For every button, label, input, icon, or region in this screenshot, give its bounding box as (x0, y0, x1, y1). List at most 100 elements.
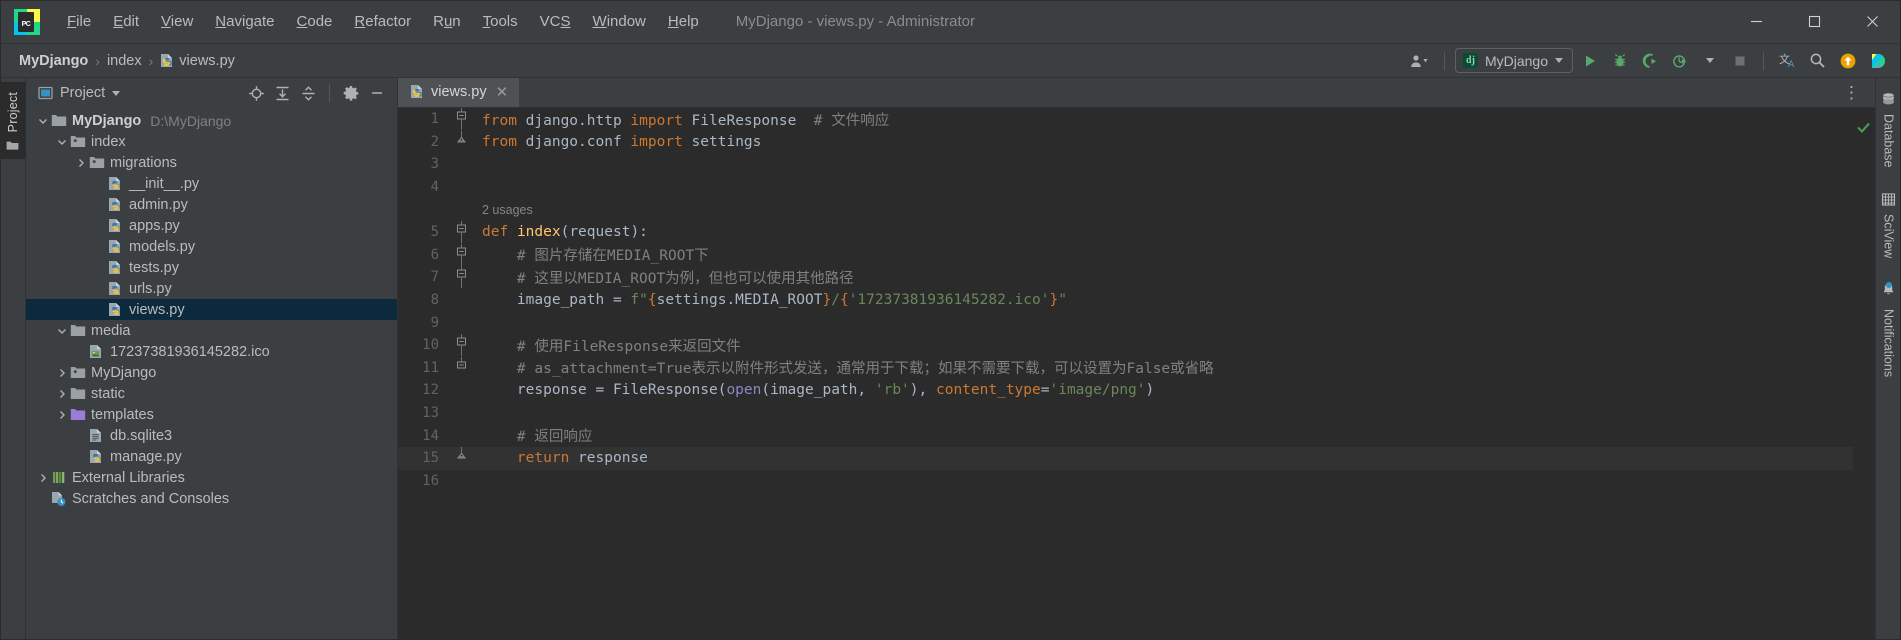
search-everywhere-button[interactable] (1804, 48, 1831, 74)
code-lines[interactable]: 1 from django.http import FileResponse # … (398, 108, 1853, 640)
tree-twist-toggle[interactable] (55, 136, 69, 148)
code-fold-toggle[interactable] (450, 447, 472, 469)
rail-tab-database[interactable]: Database (1876, 84, 1901, 182)
select-opened-file-button[interactable] (244, 81, 268, 105)
tree-item-init-py[interactable]: __init__.py (26, 173, 397, 194)
minimize-button[interactable] (1727, 0, 1785, 44)
maximize-button[interactable] (1785, 0, 1843, 44)
breadcrumb-item-project[interactable]: MyDjango (14, 51, 93, 71)
tree-item-label: tests.py (129, 259, 179, 276)
menu-item-help[interactable]: Help (657, 9, 710, 34)
close-button[interactable] (1843, 0, 1901, 44)
code-line[interactable]: 8 image_path = f"{settings.MEDIA_ROOT}/{… (398, 289, 1853, 312)
tree-item-mydjango[interactable]: MyDjango (26, 362, 397, 383)
tree-item-migrations[interactable]: migrations (26, 152, 397, 173)
code-line[interactable]: 14 # 返回响应 (398, 424, 1853, 447)
run-configuration-selector[interactable]: dj MyDjango (1454, 48, 1573, 73)
panel-settings-button[interactable] (339, 81, 363, 105)
code-fold-toggle[interactable] (450, 334, 472, 357)
breadcrumb-item-views-py[interactable]: views.py (155, 51, 240, 71)
more-options-icon[interactable]: ⋮ (1837, 83, 1867, 103)
code-line[interactable]: 7 # 这里以MEDIA_ROOT为例，但也可以使用其他路径 (398, 266, 1853, 289)
chevron-down-icon[interactable] (112, 90, 121, 96)
tree-twist-toggle[interactable] (55, 325, 69, 337)
tree-item-external-libraries[interactable]: External Libraries (26, 467, 397, 488)
debug-button[interactable] (1606, 48, 1633, 74)
expand-all-icon (276, 86, 288, 100)
inspection-sidebar[interactable] (1853, 108, 1875, 640)
menu-item-code[interactable]: Code (286, 9, 344, 34)
menu-item-tools[interactable]: Tools (472, 9, 529, 34)
expand-all-button[interactable] (270, 81, 294, 105)
profile-button[interactable] (1666, 48, 1693, 74)
tree-twist-toggle[interactable] (36, 115, 50, 127)
code-fold-toggle[interactable] (450, 266, 472, 289)
code-editor[interactable]: 1 from django.http import FileResponse # … (398, 108, 1875, 640)
tree-twist-toggle[interactable] (74, 157, 88, 169)
code-fold-toggle[interactable] (450, 243, 472, 266)
tree-item-17237381936145282-ico[interactable]: 17237381936145282.ico (26, 341, 397, 362)
inlay-hint-usages[interactable]: 2 usages (398, 198, 1853, 221)
code-line[interactable]: 5 def index(request): (398, 221, 1853, 244)
close-icon[interactable]: ✕ (494, 83, 511, 101)
account-button[interactable] (1407, 48, 1434, 74)
menu-item-vcs[interactable]: VCS (529, 9, 582, 34)
collapse-all-button[interactable] (296, 81, 320, 105)
tree-item-admin-py[interactable]: admin.py (26, 194, 397, 215)
ide-feature-button[interactable] (1864, 48, 1891, 74)
run-button[interactable] (1576, 48, 1603, 74)
profile-dropdown-button[interactable] (1696, 48, 1723, 74)
code-fold-toggle[interactable] (450, 130, 472, 153)
tree-item-apps-py[interactable]: apps.py (26, 215, 397, 236)
menu-item-edit[interactable]: Edit (102, 9, 150, 34)
editor-tab-views-py[interactable]: views.py ✕ (398, 78, 520, 107)
code-fold-toggle[interactable] (450, 108, 472, 131)
tree-item-urls-py[interactable]: urls.py (26, 278, 397, 299)
tree-twist-toggle[interactable] (36, 472, 50, 484)
code-line[interactable]: 9 (398, 311, 1853, 334)
code-line[interactable]: 10 # 使用FileResponse来返回文件 (398, 334, 1853, 357)
tree-item-static[interactable]: static (26, 383, 397, 404)
stop-button[interactable] (1726, 48, 1753, 74)
tree-item-db-sqlite3[interactable]: db.sqlite3 (26, 425, 397, 446)
code-line[interactable]: 13 (398, 402, 1853, 425)
tree-item-media[interactable]: media (26, 320, 397, 341)
menu-item-file[interactable]: File (56, 9, 102, 34)
code-line[interactable]: 16 (398, 470, 1853, 493)
code-line[interactable]: 1 from django.http import FileResponse # … (398, 108, 1853, 131)
code-line[interactable]: 6 # 图片存储在MEDIA_ROOT下 (398, 243, 1853, 267)
tree-twist-toggle[interactable] (55, 409, 69, 421)
menu-item-window[interactable]: Window (582, 9, 657, 34)
rail-tab-sciview[interactable]: SciView (1876, 184, 1901, 272)
code-line[interactable]: 2 from django.conf import settings (398, 130, 1853, 154)
tree-item-manage-py[interactable]: manage.py (26, 446, 397, 467)
code-fold-toggle[interactable] (450, 221, 472, 244)
translate-button[interactable]: 文 A (1774, 48, 1801, 74)
tree-item-index[interactable]: index (26, 131, 397, 152)
tree-item-models-py[interactable]: models.py (26, 236, 397, 257)
rail-tab-project[interactable]: Project (0, 82, 26, 160)
run-coverage-button[interactable] (1636, 48, 1663, 74)
code-line[interactable]: 15 return response (398, 446, 1853, 470)
hide-panel-button[interactable] (365, 81, 389, 105)
tree-twist-toggle[interactable] (55, 367, 69, 379)
menu-item-view[interactable]: View (150, 9, 204, 34)
menu-item-navigate[interactable]: Navigate (204, 9, 285, 34)
menu-item-refactor[interactable]: Refactor (343, 9, 422, 34)
code-line[interactable]: 4 (398, 176, 1853, 199)
code-line[interactable]: 3 (398, 153, 1853, 176)
tree-item-mydjango[interactable]: MyDjango D:\MyDjango (26, 110, 397, 131)
tree-item-templates[interactable]: templates (26, 404, 397, 425)
tree-item-tests-py[interactable]: tests.py (26, 257, 397, 278)
breadcrumb-item-index[interactable]: index (102, 51, 147, 71)
tree-item-views-py[interactable]: views.py (26, 299, 397, 320)
tree-item-scratches-and-consoles[interactable]: Scratches and Consoles (26, 488, 397, 509)
rail-tab-notifications[interactable]: Notifications (1876, 274, 1901, 391)
code-line[interactable]: 11 # as_attachment=True表示以附件形式发送，通常用于下载；… (398, 356, 1853, 380)
tree-twist-toggle[interactable] (55, 388, 69, 400)
menu-item-run[interactable]: Run (422, 9, 472, 34)
code-line[interactable]: 12 response = FileResponse(open(image_pa… (398, 379, 1853, 402)
update-project-button[interactable] (1834, 48, 1861, 74)
project-tree[interactable]: MyDjango D:\MyDjango index migrations __init… (26, 108, 397, 640)
code-fold-toggle[interactable] (450, 356, 472, 379)
